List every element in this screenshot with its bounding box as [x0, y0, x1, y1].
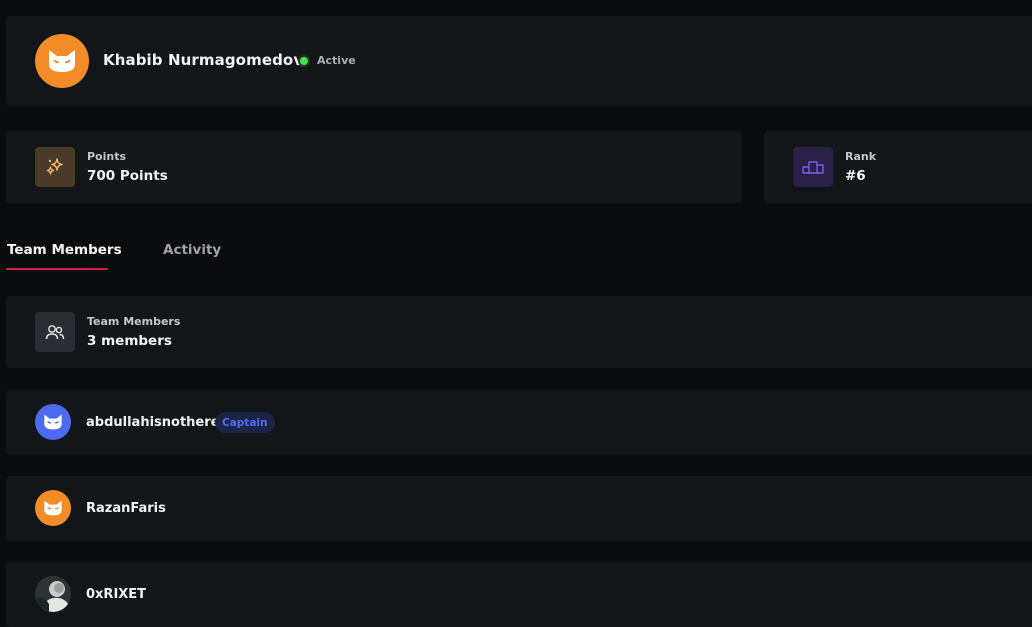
member-row[interactable]: RazanFaris: [6, 476, 1032, 541]
captain-badge: Captain: [215, 412, 275, 433]
member-row[interactable]: 0xRIXET: [6, 562, 1032, 627]
rank-card: Rank #6: [764, 131, 1032, 203]
cat-mask-icon: [44, 500, 62, 516]
member-avatar: [35, 490, 71, 526]
status-text: Active: [317, 54, 356, 67]
podium-icon: [802, 161, 824, 174]
tab-team-members[interactable]: Team Members: [7, 242, 122, 258]
team-summary-label: Team Members: [87, 315, 181, 328]
profile-avatar: [35, 34, 89, 88]
points-card: Points 700 Points: [6, 131, 742, 203]
profile-header: Khabib Nurmagomedov Active: [6, 16, 1032, 106]
member-avatar: [35, 576, 71, 612]
team-summary-value: 3 members: [87, 333, 172, 349]
team-members-summary: Team Members 3 members: [6, 296, 1032, 368]
member-row[interactable]: abdullahisnothere Captain: [6, 390, 1032, 455]
team-icon-box: [35, 312, 75, 352]
tab-activity[interactable]: Activity: [163, 242, 221, 258]
cat-mask-icon: [49, 50, 75, 72]
member-avatar: [35, 404, 71, 440]
points-icon-box: [35, 147, 75, 187]
member-name[interactable]: 0xRIXET: [86, 587, 146, 602]
profile-name: Khabib Nurmagomedov: [103, 51, 304, 69]
member-name[interactable]: RazanFaris: [86, 501, 166, 516]
active-tab-indicator: [6, 268, 108, 270]
users-icon: [45, 325, 65, 340]
rank-label: Rank: [845, 150, 877, 163]
rank-icon-box: [793, 147, 833, 187]
status-dot-icon: [300, 56, 308, 65]
member-name[interactable]: abdullahisnothere: [86, 415, 219, 430]
points-value: 700 Points: [87, 168, 168, 184]
cat-mask-icon: [44, 414, 62, 430]
sparkles-icon: [46, 158, 63, 175]
points-label: Points: [87, 150, 127, 163]
status-indicator: Active: [300, 54, 356, 67]
photo-avatar: [35, 576, 71, 612]
rank-value: #6: [845, 168, 866, 184]
